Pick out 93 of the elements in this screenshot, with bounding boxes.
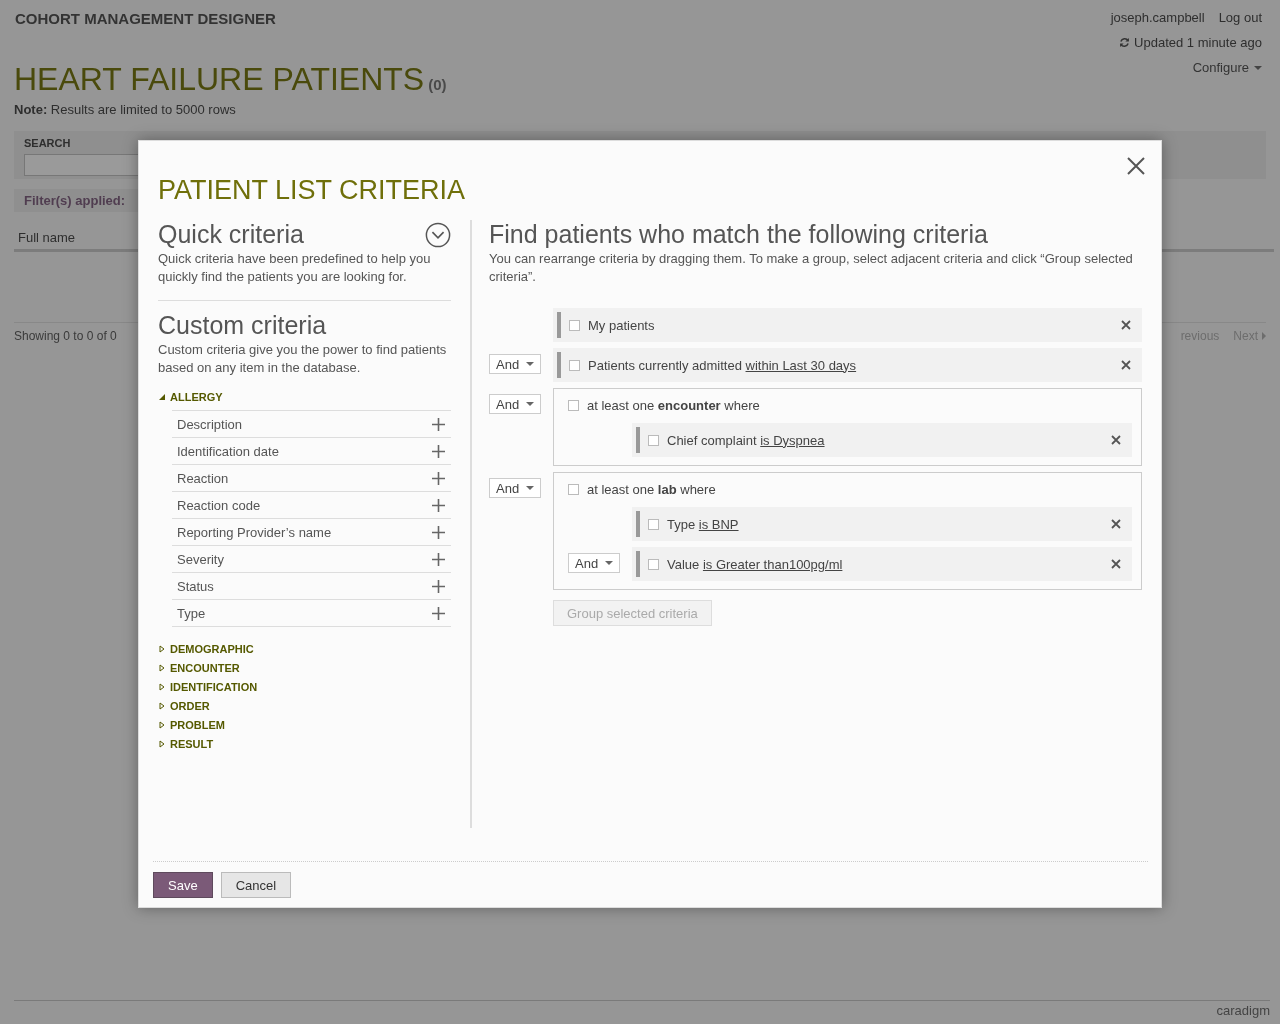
checkbox[interactable]	[648, 558, 659, 570]
criterion-text: Type is BNP	[667, 516, 740, 532]
caret-icon	[605, 561, 613, 565]
caret-icon	[526, 362, 534, 366]
add-icon[interactable]	[432, 606, 445, 620]
result-count: (0)	[428, 76, 447, 93]
configure-menu[interactable]: Configure	[1192, 60, 1262, 75]
section-description: Quick criteria have been predefined to help you quickly find the patients you are looking for.	[158, 250, 432, 286]
triangle-down-icon	[158, 392, 166, 401]
field-item[interactable]: Reaction code	[172, 492, 451, 519]
drag-handle-icon[interactable]	[557, 352, 561, 378]
category-toggle[interactable]: ORDER	[158, 696, 210, 715]
checkbox[interactable]	[568, 483, 579, 495]
category-toggle[interactable]: DEMOGRAPHIC	[158, 639, 254, 658]
field-item[interactable]: Severity	[172, 546, 451, 573]
criterion-value-link[interactable]: within Last 30 days	[745, 357, 857, 373]
category-toggle[interactable]: RESULT	[158, 734, 214, 753]
triangle-right-icon	[158, 644, 166, 653]
section-description: Custom criteria give you the power to find patients based on any item in the database.	[158, 341, 448, 377]
remove-icon[interactable]	[1110, 558, 1122, 570]
group-text: at least one lab where	[587, 481, 716, 497]
criterion-text: My patients	[588, 317, 656, 333]
field-item[interactable]: Type	[172, 600, 451, 627]
drag-handle-icon[interactable]	[636, 511, 640, 537]
remove-icon[interactable]	[1120, 359, 1132, 371]
refresh-icon[interactable]	[1119, 37, 1131, 48]
criterion-text: Value is Greater than100pg/ml	[667, 556, 844, 572]
page-title: HEART FAILURE PATIENTS	[14, 61, 425, 98]
caret-icon	[526, 402, 534, 406]
search-label: SEARCH	[24, 137, 71, 149]
criterion-row[interactable]: Chief complaint is Dyspnea	[632, 423, 1132, 457]
field-item[interactable]: Reporting Provider’s name	[172, 519, 451, 546]
drag-handle-icon[interactable]	[636, 551, 640, 577]
checkbox[interactable]	[648, 434, 659, 446]
criterion-text: Chief complaint is Dyspnea	[667, 432, 826, 448]
category-toggle[interactable]: PROBLEM	[158, 715, 225, 734]
criterion-row[interactable]: Value is Greater than100pg/ml	[632, 547, 1132, 581]
operator-dropdown[interactable]: And	[489, 478, 541, 498]
field-item[interactable]: Reaction	[172, 465, 451, 492]
field-item[interactable]: Status	[172, 573, 451, 600]
checkbox[interactable]	[569, 319, 580, 331]
section-description: You can rearrange criteria by dragging them. To make a group, select adjacent criteria and click “Group selected criteria”.	[489, 250, 1134, 286]
section-heading: Custom criteria	[158, 311, 327, 339]
add-icon[interactable]	[432, 579, 445, 593]
criterion-row[interactable]: Type is BNP	[632, 507, 1132, 541]
criterion-row[interactable]: My patients	[553, 308, 1142, 342]
dialog-button[interactable]: Save	[153, 872, 213, 898]
add-icon[interactable]	[432, 525, 445, 539]
category-toggle[interactable]: ENCOUNTER	[158, 658, 240, 677]
operator-dropdown[interactable]: And	[489, 394, 541, 414]
close-icon[interactable]	[1127, 157, 1145, 175]
remove-icon[interactable]	[1110, 434, 1122, 446]
add-icon[interactable]	[432, 417, 445, 431]
criterion-value-link[interactable]: is Dyspnea	[760, 432, 825, 448]
caret-icon	[526, 486, 534, 490]
triangle-right-icon	[158, 682, 166, 691]
brand-logo: caradigm	[1216, 1003, 1270, 1018]
field-item[interactable]: Description	[172, 411, 451, 438]
add-icon[interactable]	[432, 471, 445, 485]
dialog-button[interactable]: Cancel	[220, 872, 292, 898]
criterion-value-link[interactable]: is Greater than100pg/ml	[702, 556, 843, 572]
add-icon[interactable]	[432, 552, 445, 566]
triangle-right-icon	[158, 663, 166, 672]
chevron-down-icon[interactable]	[425, 221, 451, 247]
criterion-row[interactable]: Patients currently admitted within Last 30 days	[553, 348, 1142, 382]
section-heading: Find patients who match the following criteria	[489, 220, 988, 248]
drag-handle-icon[interactable]	[636, 427, 640, 453]
checkbox[interactable]	[569, 359, 580, 371]
drag-handle-icon[interactable]	[557, 312, 561, 338]
triangle-right-icon	[158, 701, 166, 710]
checkbox[interactable]	[648, 518, 659, 530]
triangle-right-icon	[158, 720, 166, 729]
criterion-text: Patients currently admitted within Last 30 days	[588, 357, 858, 373]
updated-text: Updated 1 minute ago	[1134, 35, 1262, 50]
group-text: at least one encounter where	[587, 397, 760, 413]
remove-icon[interactable]	[1110, 518, 1122, 530]
remove-icon[interactable]	[1120, 319, 1132, 331]
criterion-value-link[interactable]: is BNP	[698, 516, 739, 532]
user-name[interactable]: joseph.campbell	[1110, 10, 1205, 25]
triangle-right-icon	[158, 739, 166, 748]
field-item[interactable]: Identification date	[172, 438, 451, 465]
showing-text: Showing 0 to 0 of 0	[14, 329, 117, 343]
section-heading: Quick criteria	[158, 220, 304, 248]
results-note: Note: Results are limited to 5000 rows	[13, 101, 237, 119]
add-icon[interactable]	[432, 444, 445, 458]
category-toggle[interactable]: ALLERGY	[158, 387, 223, 406]
checkbox[interactable]	[568, 399, 579, 411]
logout-link[interactable]: Log out	[1218, 10, 1262, 25]
operator-dropdown[interactable]: And	[489, 354, 541, 374]
add-icon[interactable]	[432, 498, 445, 512]
category-toggle[interactable]: IDENTIFICATION	[158, 677, 258, 696]
operator-dropdown[interactable]: And	[568, 553, 620, 573]
app-title: COHORT MANAGEMENT DESIGNER	[15, 10, 276, 29]
